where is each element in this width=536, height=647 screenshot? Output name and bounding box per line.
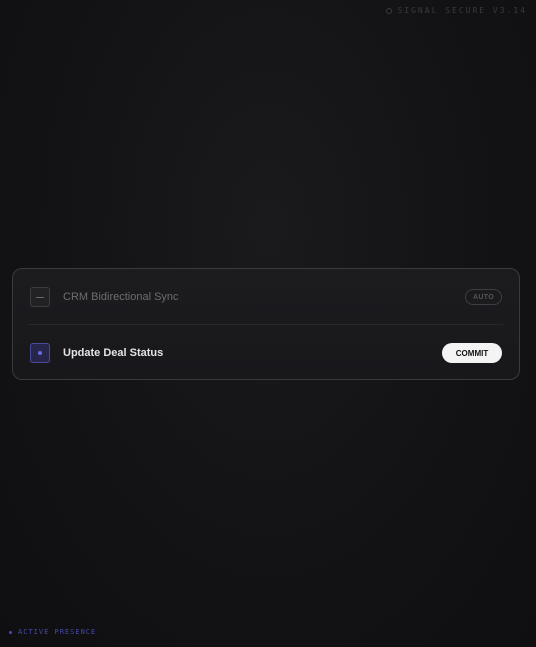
auto-badge: AUTO — [465, 289, 502, 305]
task-label-crm-sync: CRM Bidirectional Sync — [63, 291, 179, 303]
status-dot-icon — [386, 7, 393, 14]
dot-icon — [38, 351, 42, 355]
presence-dot-icon — [9, 630, 12, 634]
presence-label: ACTIVE PRESENCE — [18, 628, 97, 636]
presence-indicator: ACTIVE PRESENCE — [9, 628, 96, 636]
system-label-text: SIGNAL SECURE V3.14 — [397, 6, 527, 15]
task-row-crm-sync: CRM Bidirectional Sync AUTO — [13, 269, 519, 325]
task-card: CRM Bidirectional Sync AUTO Update Deal … — [12, 268, 520, 380]
task-label-update-deal: Update Deal Status — [63, 347, 164, 359]
system-label: SIGNAL SECURE V3.14 — [386, 6, 527, 15]
commit-button[interactable]: COMMIT — [442, 343, 502, 363]
task-checkbox-update-deal[interactable] — [30, 343, 50, 363]
dash-icon — [36, 296, 44, 298]
task-row-update-deal: Update Deal Status COMMIT — [13, 325, 519, 381]
task-checkbox-crm-sync[interactable] — [30, 287, 50, 307]
